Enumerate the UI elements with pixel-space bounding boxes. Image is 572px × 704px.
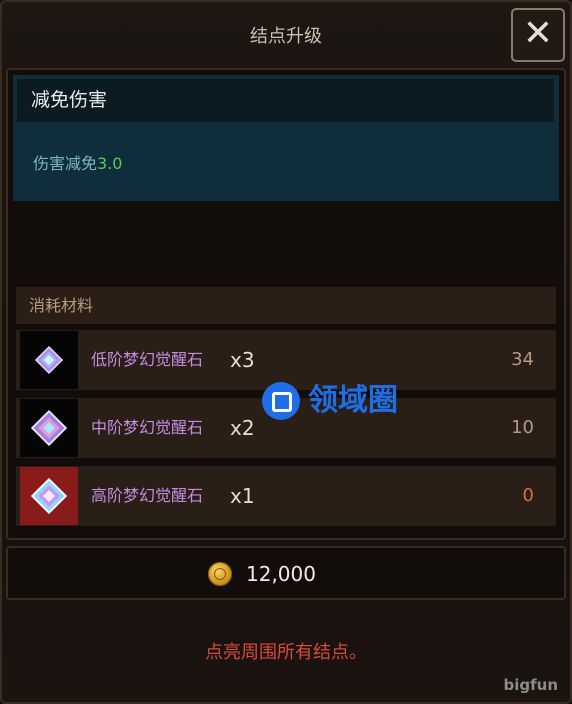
material-row-high[interactable]: 高阶梦幻觉醒石 x1 0 — [16, 466, 556, 526]
material-name: 高阶梦幻觉醒石 — [91, 486, 204, 505]
gold-coin-icon — [208, 562, 232, 586]
material-name: 中阶梦幻觉醒石 — [91, 418, 204, 437]
material-qty: x1 — [230, 484, 255, 508]
hint-text: 点亮周围所有结点。 — [205, 642, 367, 663]
mid-gem-icon — [20, 399, 78, 457]
dialog-title: 结点升级 — [250, 26, 322, 47]
material-name: 低阶梦幻觉醒石 — [91, 350, 204, 369]
material-owned: 10 — [511, 417, 534, 438]
watermark-text: 领域圈 — [308, 383, 398, 418]
close-button[interactable]: ✕ — [511, 8, 565, 62]
material-owned: 34 — [511, 349, 534, 370]
material-qty: x3 — [230, 348, 255, 372]
effect-desc-value: 3.0 — [97, 154, 123, 173]
effect-desc-label: 伤害减免 — [33, 154, 98, 173]
material-owned: 0 — [522, 485, 534, 506]
cost-value: 12,000 — [246, 562, 316, 586]
low-gem-icon — [20, 331, 78, 389]
watermark: 领域圈 — [262, 378, 398, 424]
materials-header: 消耗材料 — [16, 287, 556, 324]
watermark-logo-icon — [262, 382, 300, 420]
material-qty: x2 — [230, 416, 255, 440]
high-gem-icon — [20, 467, 78, 525]
effect-name: 减免伤害 — [17, 79, 554, 122]
close-icon: ✕ — [522, 13, 554, 54]
brand-logo: bigfun — [503, 676, 559, 694]
effect-description: 伤害减免3.0 — [33, 150, 122, 174]
